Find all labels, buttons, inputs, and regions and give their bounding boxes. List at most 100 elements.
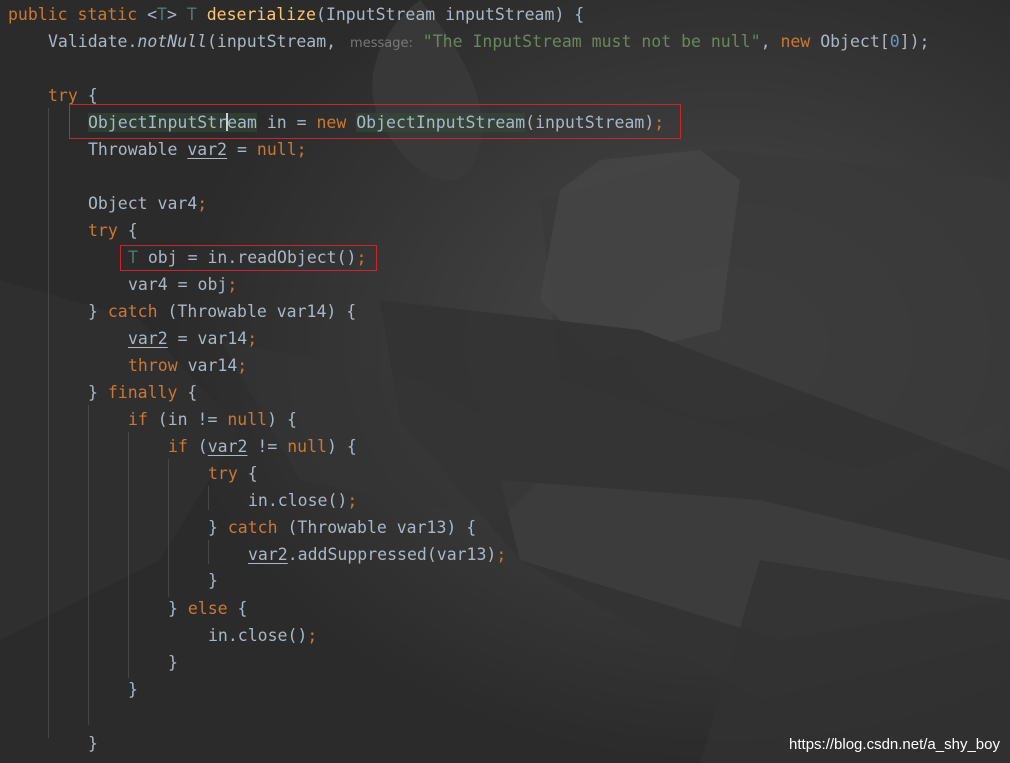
code-line-21[interactable]: } else { bbox=[168, 595, 248, 622]
static-method: notNull bbox=[137, 32, 207, 51]
brace: } bbox=[88, 734, 98, 753]
param-type: InputStream bbox=[325, 5, 436, 24]
keyword: try bbox=[208, 464, 238, 483]
code-line-16[interactable]: try { bbox=[208, 460, 258, 487]
punct: > bbox=[166, 5, 177, 24]
punct: ( bbox=[316, 5, 326, 24]
punct: ) { bbox=[554, 5, 585, 24]
semicolon: ; bbox=[347, 491, 358, 510]
brace: } bbox=[128, 680, 138, 699]
statement: Object var4 bbox=[88, 194, 198, 213]
code-line-2[interactable]: Validate.notNull(inputStream, message: "… bbox=[48, 28, 929, 55]
brace: } bbox=[88, 302, 108, 321]
keyword: null bbox=[256, 140, 297, 159]
punct: ( bbox=[187, 437, 208, 456]
statement: (Throwable var13) { bbox=[277, 518, 477, 537]
number-literal: 0 bbox=[889, 32, 900, 51]
keyword: null bbox=[287, 437, 327, 456]
highlight-box-object-input-stream bbox=[69, 104, 681, 139]
keyword: try bbox=[88, 221, 118, 240]
code-line-7[interactable]: try { bbox=[88, 217, 138, 244]
statement: var4 = obj bbox=[128, 275, 228, 294]
code-line-9[interactable]: var4 = obj; bbox=[128, 271, 237, 298]
brace: ) { bbox=[267, 410, 297, 429]
reassigned-variable: var2 bbox=[207, 437, 248, 456]
code-line-20[interactable]: } bbox=[208, 567, 218, 594]
statement: (in != bbox=[147, 410, 228, 429]
punct: , bbox=[760, 32, 771, 51]
parameter-hint: message: bbox=[350, 36, 413, 51]
method-name: deserialize bbox=[206, 5, 316, 24]
args: (inputStream, bbox=[206, 32, 337, 51]
keyword: null bbox=[227, 410, 268, 429]
brace: ) { bbox=[327, 437, 357, 456]
code-line-13[interactable]: } finally { bbox=[88, 379, 197, 406]
keyword: new bbox=[780, 32, 811, 51]
code-line-22[interactable]: in.close(); bbox=[208, 622, 317, 649]
class-name: Validate bbox=[48, 32, 128, 51]
statement: in.close() bbox=[208, 626, 308, 645]
keyword: else bbox=[187, 599, 228, 618]
indent-guide bbox=[168, 459, 169, 597]
code-line-26[interactable]: } bbox=[88, 730, 98, 757]
statement: .addSuppressed(var13) bbox=[287, 545, 497, 564]
code-line-6[interactable]: Object var4; bbox=[88, 190, 207, 217]
statement: (Throwable var14) { bbox=[157, 302, 357, 321]
indent-guide bbox=[208, 486, 209, 510]
semicolon: ; bbox=[197, 194, 208, 213]
code-line-17[interactable]: in.close(); bbox=[248, 487, 357, 514]
code-line-1[interactable]: public static <T> T deserialize(InputStr… bbox=[8, 1, 584, 28]
brace: { bbox=[227, 599, 248, 618]
param-name: inputStream bbox=[445, 5, 555, 24]
code-line-18[interactable]: } catch (Throwable var13) { bbox=[208, 514, 476, 541]
keyword: finally bbox=[107, 383, 178, 402]
brace: } bbox=[88, 383, 108, 402]
code-line-14[interactable]: if (in != null) { bbox=[128, 406, 297, 433]
watermark-url: https://blog.csdn.net/a_shy_boy bbox=[789, 736, 1000, 753]
type: Throwable bbox=[88, 140, 188, 159]
keyword: public bbox=[8, 5, 68, 24]
punct: . bbox=[127, 32, 138, 51]
indent-guide bbox=[88, 405, 89, 725]
punct: < bbox=[147, 5, 158, 24]
keyword: throw bbox=[128, 356, 178, 375]
code-editor[interactable]: public static <T> T deserialize(InputStr… bbox=[0, 0, 1010, 763]
code-line-24[interactable]: } bbox=[128, 676, 138, 703]
type: Object bbox=[820, 32, 880, 51]
semicolon: ; bbox=[307, 626, 318, 645]
semicolon: ; bbox=[227, 275, 238, 294]
brace: { bbox=[177, 383, 198, 402]
code-line-12[interactable]: throw var14; bbox=[128, 352, 247, 379]
statement: = var14 bbox=[167, 329, 248, 348]
code-line-15[interactable]: if (var2 != null) { bbox=[168, 433, 357, 460]
brace: } bbox=[208, 518, 228, 537]
keyword: static bbox=[77, 5, 138, 24]
keyword: catch bbox=[227, 518, 278, 537]
keyword: if bbox=[168, 437, 188, 456]
type-parameter: T bbox=[157, 5, 167, 24]
keyword: catch bbox=[107, 302, 158, 321]
punct: ]); bbox=[899, 32, 930, 51]
keyword: if bbox=[128, 410, 148, 429]
code-line-23[interactable]: } bbox=[168, 649, 178, 676]
statement: != bbox=[247, 437, 288, 456]
code-line-19[interactable]: var2.addSuppressed(var13); bbox=[248, 541, 506, 568]
brace: { bbox=[237, 464, 258, 483]
punct: [ bbox=[879, 32, 890, 51]
semicolon: ; bbox=[247, 329, 258, 348]
reassigned-variable: var2 bbox=[128, 329, 168, 348]
reassigned-variable: var2 bbox=[187, 140, 228, 159]
brace: } bbox=[168, 599, 188, 618]
statement: var14 bbox=[177, 356, 238, 375]
statement: in.close() bbox=[248, 491, 348, 510]
string-literal: "The InputStream must not be null" bbox=[422, 32, 761, 51]
code-line-11[interactable]: var2 = var14; bbox=[128, 325, 257, 352]
code-line-5[interactable]: Throwable var2 = null; bbox=[88, 136, 307, 163]
highlight-box-read-object bbox=[120, 245, 377, 271]
keyword: try bbox=[48, 86, 78, 105]
indent-guide bbox=[48, 108, 49, 738]
semicolon: ; bbox=[496, 545, 507, 564]
semicolon: ; bbox=[296, 140, 307, 159]
code-line-10[interactable]: } catch (Throwable var14) { bbox=[88, 298, 356, 325]
brace: } bbox=[208, 571, 218, 590]
